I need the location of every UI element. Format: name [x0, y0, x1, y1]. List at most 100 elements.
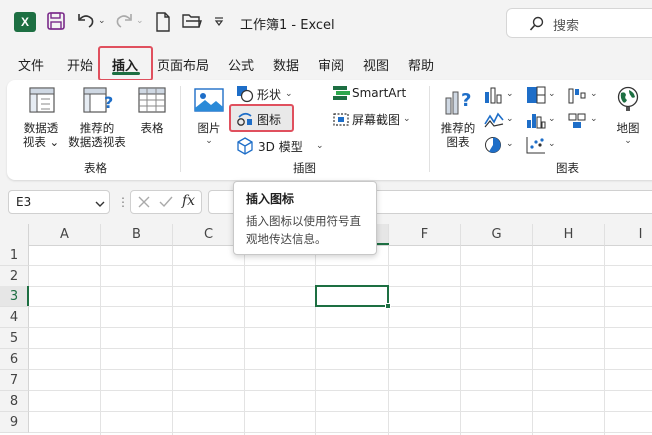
pictures-label[interactable]: 图片 [194, 121, 224, 135]
scatter-chart-icon[interactable] [526, 136, 546, 157]
row-header-5[interactable]: 5 [0, 328, 29, 349]
ribbon-divider [429, 86, 430, 172]
screenshot-label[interactable]: 屏幕截图 [352, 111, 400, 128]
name-box[interactable]: E3 [8, 190, 110, 214]
screenshot-icon[interactable] [332, 111, 350, 130]
shapes-label[interactable]: 形状 [257, 86, 281, 103]
gridline [29, 327, 652, 328]
line-chart-icon[interactable] [484, 111, 504, 132]
selected-cell-e3[interactable] [315, 285, 389, 307]
icons-icon[interactable] [236, 110, 254, 131]
redo-icon[interactable] [114, 12, 134, 33]
tab-page-layout[interactable]: 页面布局 [157, 55, 209, 74]
cancel-icon[interactable] [137, 195, 151, 212]
row-header-8[interactable]: 8 [0, 391, 29, 412]
window-title: 工作簿1 - Excel [240, 18, 335, 33]
column-header-a[interactable]: A [29, 224, 101, 246]
gridline [388, 246, 389, 435]
pivot-table-label-1[interactable]: 数据透 [18, 121, 64, 135]
more-options-icon[interactable]: ⋮ [117, 195, 129, 209]
row-header-6[interactable]: 6 [0, 349, 29, 370]
pivot-table-icon[interactable] [28, 86, 56, 117]
pivot-table-label-2[interactable]: 视表 ⌄ [18, 135, 64, 149]
recommended-charts-label-1[interactable]: 推荐的 [438, 121, 478, 135]
maps-dropdown-icon[interactable]: ⌄ [623, 134, 633, 148]
table-icon[interactable] [138, 87, 166, 116]
hierarchy-chart-icon[interactable] [526, 86, 546, 107]
redo-dropdown-icon[interactable]: ⌄ [136, 16, 144, 26]
search-placeholder: 搜索 [553, 19, 580, 34]
recommended-pivot-label-1[interactable]: 推荐的 [66, 121, 128, 135]
tab-view[interactable]: 视图 [363, 55, 389, 74]
svg-text:?: ? [104, 93, 113, 112]
group-label-illustrations: 插图 [293, 161, 316, 175]
tab-help[interactable]: 帮助 [408, 55, 434, 74]
select-all-corner[interactable] [0, 224, 29, 246]
icons-label[interactable]: 图标 [257, 111, 281, 128]
statistic-chart-icon[interactable] [526, 111, 546, 132]
row-header-7[interactable]: 7 [0, 370, 29, 391]
shapes-icon[interactable] [236, 85, 254, 106]
pictures-dropdown-icon[interactable]: ⌄ [204, 134, 214, 148]
fill-handle[interactable] [385, 303, 391, 309]
tab-formulas[interactable]: 公式 [228, 55, 254, 74]
column-chart-dropdown-icon[interactable]: ⌄ [506, 89, 514, 99]
maps-label[interactable]: 地图 [612, 121, 644, 135]
recommended-charts-icon[interactable]: ? [444, 86, 474, 119]
tab-file[interactable]: 文件 [18, 55, 44, 74]
tab-review[interactable]: 审阅 [318, 55, 344, 74]
undo-dropdown-icon[interactable]: ⌄ [98, 16, 106, 26]
smartart-icon[interactable] [332, 85, 350, 104]
column-header-g[interactable]: G [461, 224, 533, 246]
3d-models-icon[interactable] [236, 137, 254, 158]
tab-home[interactable]: 开始 [67, 55, 93, 74]
new-file-icon[interactable] [155, 12, 171, 35]
gridline [29, 369, 652, 370]
search-input[interactable]: 搜索 [506, 8, 652, 38]
row-header-4[interactable]: 4 [0, 307, 29, 328]
gridline [315, 246, 316, 435]
combo-chart-dropdown-icon[interactable]: ⌄ [590, 114, 598, 124]
recommended-charts-label-2[interactable]: 图表 [438, 135, 478, 149]
pictures-icon[interactable] [194, 88, 224, 117]
pie-chart-icon[interactable] [484, 136, 504, 157]
column-header-h[interactable]: H [533, 224, 605, 246]
row-header-2[interactable]: 2 [0, 266, 29, 287]
smartart-label[interactable]: SmartArt [352, 86, 406, 100]
column-header-f[interactable]: F [389, 224, 461, 246]
worksheet-grid[interactable] [0, 224, 652, 435]
screenshot-dropdown-icon[interactable]: ⌄ [403, 114, 411, 124]
waterfall-chart-dropdown-icon[interactable]: ⌄ [590, 89, 598, 99]
pie-chart-dropdown-icon[interactable]: ⌄ [506, 139, 514, 149]
line-chart-dropdown-icon[interactable]: ⌄ [506, 114, 514, 124]
shapes-dropdown-icon[interactable]: ⌄ [285, 89, 293, 99]
recommended-pivot-label-2[interactable]: 数据透视表 [64, 135, 130, 149]
recommended-pivot-icon[interactable]: ? [82, 86, 114, 119]
column-header-b[interactable]: B [101, 224, 173, 246]
row-header-1[interactable]: 1 [0, 245, 29, 266]
maps-icon[interactable] [616, 86, 640, 115]
row-header-9[interactable]: 9 [0, 412, 29, 433]
enter-check-icon[interactable] [159, 195, 173, 212]
chevron-down-icon[interactable] [95, 197, 105, 211]
save-icon[interactable] [46, 11, 66, 34]
table-label[interactable]: 表格 [136, 121, 168, 135]
customize-toolbar-icon[interactable] [214, 15, 224, 29]
gridline [29, 390, 652, 391]
waterfall-chart-icon[interactable] [568, 86, 588, 107]
3d-models-dropdown-icon[interactable]: ⌄ [316, 141, 324, 151]
tab-data[interactable]: 数据 [273, 55, 299, 74]
hierarchy-chart-dropdown-icon[interactable]: ⌄ [548, 89, 556, 99]
svg-text:?: ? [461, 90, 471, 111]
column-chart-icon[interactable] [484, 86, 504, 107]
tooltip-title: 插入图标 [246, 192, 295, 206]
scatter-chart-dropdown-icon[interactable]: ⌄ [548, 139, 556, 149]
3d-models-label[interactable]: 3D 模型 [258, 138, 303, 155]
row-header-3[interactable]: 3 [0, 286, 29, 307]
open-folder-icon[interactable] [182, 13, 202, 32]
combo-chart-icon[interactable] [568, 111, 588, 132]
insert-function-icon[interactable]: fx [182, 193, 195, 209]
undo-icon[interactable] [76, 12, 96, 33]
statistic-chart-dropdown-icon[interactable]: ⌄ [548, 114, 556, 124]
column-header-i[interactable]: I [605, 224, 652, 246]
